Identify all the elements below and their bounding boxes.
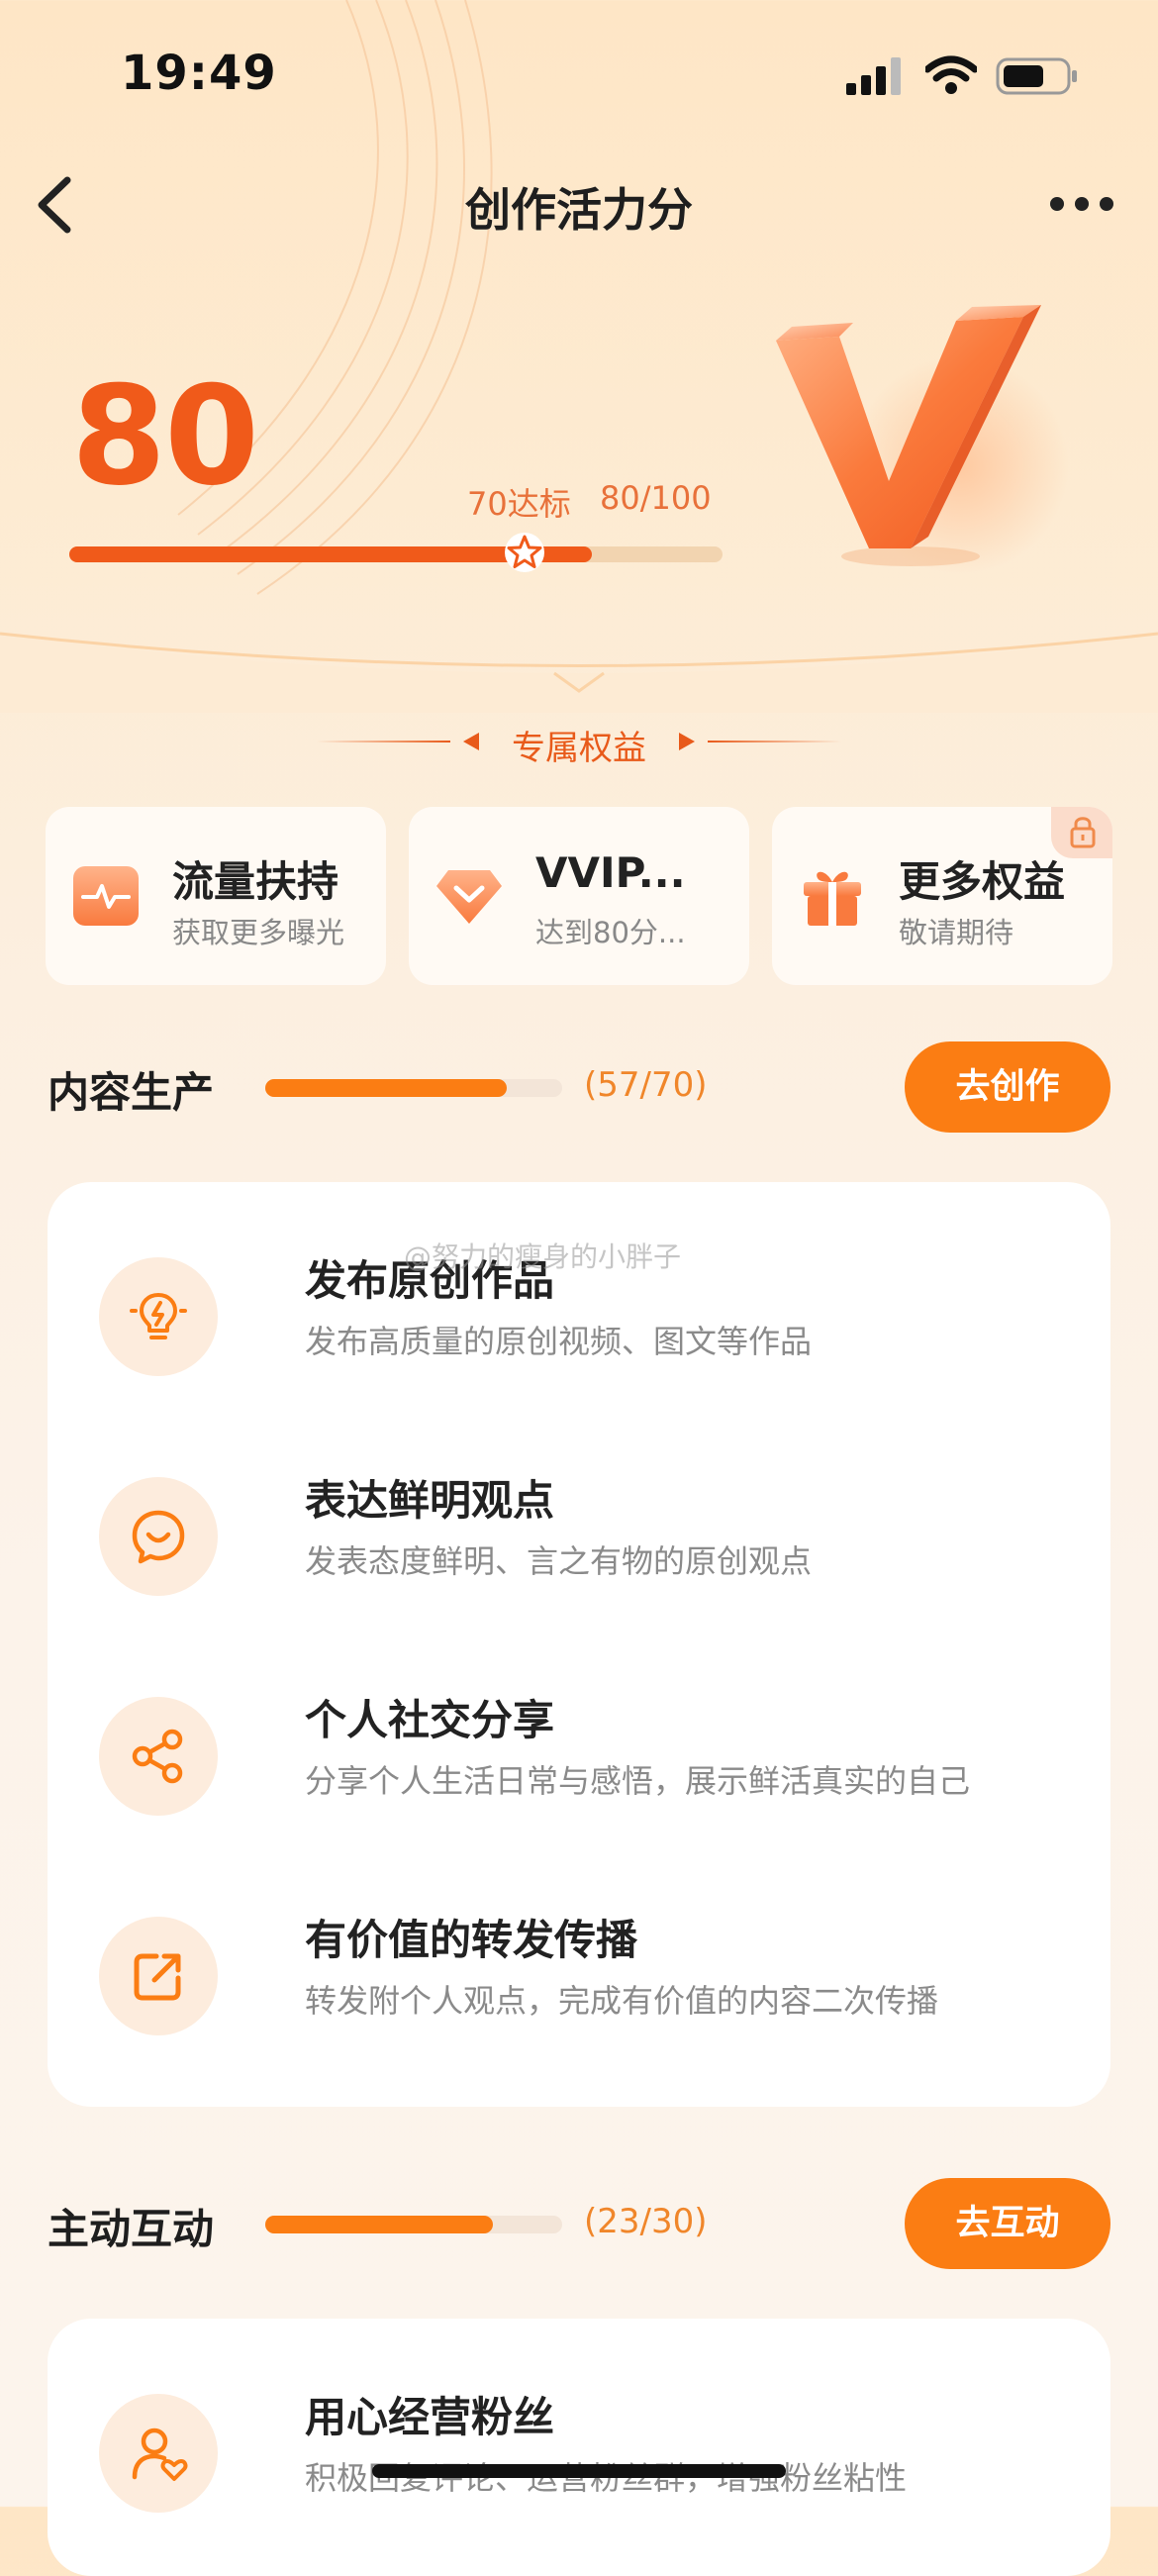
section-title-interaction: 主动互动 [48, 2205, 215, 2253]
benefit-title: VVIP... [535, 848, 686, 897]
forward-icon [134, 1953, 181, 2001]
pulse-icon [73, 866, 139, 926]
benefits-divider-right [708, 741, 841, 743]
benefit-card-vvip[interactable]: VVIP... 达到80分... [409, 807, 749, 985]
section-count: (23/30) [584, 2202, 708, 2241]
benefits-title: 专属权益 [512, 729, 646, 768]
section-count: (57/70) [584, 1065, 708, 1105]
lightbulb-icon [130, 1293, 187, 1339]
list-item[interactable]: 用心经营粉丝 积极回复评论、运营粉丝群，增强粉丝粘性 [99, 2374, 1069, 2523]
page-title: 创作活力分 [465, 183, 693, 237]
gift-icon [804, 871, 861, 926]
icon-circle [99, 2394, 218, 2513]
benefit-subtitle: 敬请期待 [899, 916, 1014, 949]
target-star-icon [505, 533, 544, 572]
benefit-card-traffic[interactable]: 流量扶持 获取更多曝光 [46, 807, 386, 985]
list-item[interactable]: 个人社交分享 分享个人生活日常与感悟，展示鲜活真实的自己 [99, 1677, 1069, 1826]
item-title: 个人社交分享 [305, 1696, 555, 1744]
user-heart-icon [132, 2427, 188, 2481]
battery-icon [996, 57, 1077, 95]
icon-circle [99, 1697, 218, 1816]
benefit-subtitle: 获取更多曝光 [172, 916, 345, 949]
item-title: 有价值的转发传播 [305, 1916, 638, 1964]
item-desc: 分享个人生活日常与感悟，展示鲜活真实的自己 [305, 1762, 971, 1800]
wifi-icon [925, 55, 977, 94]
list-item[interactable]: 有价值的转发传播 转发附个人观点，完成有价值的内容二次传播 [99, 1897, 1069, 2045]
icon-circle [99, 1917, 218, 2035]
status-time: 19:49 [121, 46, 277, 101]
item-desc: 发布高质量的原创视频、图文等作品 [305, 1323, 813, 1360]
item-desc: 转发附个人观点，完成有价值的内容二次传播 [305, 1982, 939, 2020]
icon-circle [99, 1477, 218, 1596]
list-item[interactable]: 表达鲜明观点 发表态度鲜明、言之有物的原创观点 [99, 1457, 1069, 1606]
share-icon [132, 1729, 183, 1784]
lock-badge [1051, 807, 1112, 858]
benefit-title: 流量扶持 [172, 857, 339, 906]
item-title: 用心经营粉丝 [305, 2393, 555, 2441]
v-logo [776, 305, 1069, 574]
benefit-card-more[interactable]: 更多权益 敬请期待 [772, 807, 1112, 985]
more-options-icon[interactable] [1049, 196, 1114, 212]
arrow-right-icon [679, 733, 695, 750]
target-label: 70达标 [467, 485, 571, 523]
smile-chat-icon [132, 1510, 185, 1564]
diamond-icon [436, 870, 502, 924]
go-interact-button[interactable]: 去互动 [905, 2178, 1110, 2269]
arrow-left-icon [463, 733, 479, 750]
home-indicator[interactable] [372, 2464, 786, 2478]
go-create-button[interactable]: 去创作 [905, 1041, 1110, 1133]
back-button[interactable] [30, 170, 79, 240]
cellular-signal-icon [846, 57, 901, 95]
hero-divider [0, 632, 1158, 713]
item-title: 表达鲜明观点 [305, 1476, 555, 1525]
section-progress-fill [265, 2216, 493, 2233]
content-tasks-card: 发布原创作品 发布高质量的原创视频、图文等作品 表达鲜明观点 发表态度鲜明、言之… [48, 1182, 1110, 2107]
icon-circle [99, 1257, 218, 1376]
benefits-divider-left [317, 741, 450, 743]
score-progress-text: 80/100 [600, 479, 712, 517]
benefit-subtitle: 达到80分... [535, 916, 686, 949]
section-progress-fill [265, 1079, 507, 1097]
benefit-title: 更多权益 [899, 857, 1066, 906]
section-title-content: 内容生产 [48, 1068, 215, 1117]
watermark: @努力的瘦身的小胖子 [404, 1240, 682, 1273]
score-value: 80 [71, 356, 259, 516]
interaction-tasks-card: 用心经营粉丝 积极回复评论、运营粉丝群，增强粉丝粘性 [48, 2319, 1110, 2576]
item-desc: 发表态度鲜明、言之有物的原创观点 [305, 1542, 813, 1580]
lock-icon [1070, 817, 1096, 848]
